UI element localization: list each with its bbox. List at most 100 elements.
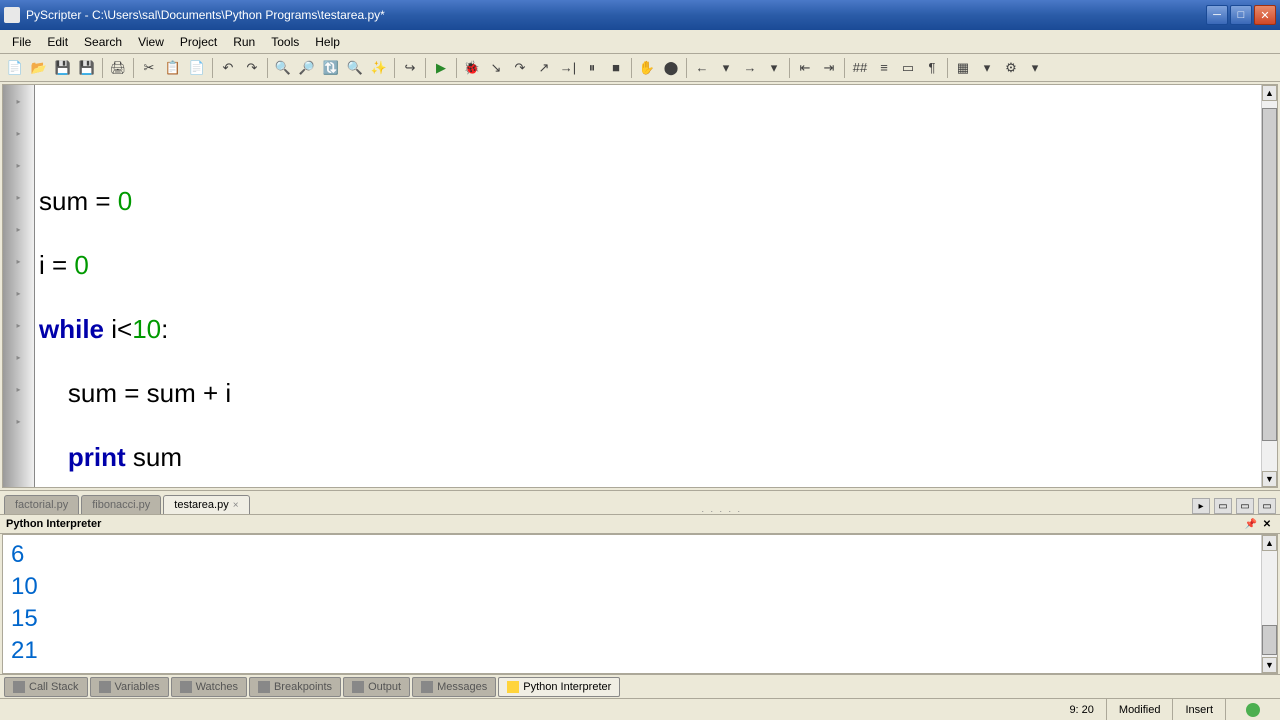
code-line: sum = 0 (39, 185, 1257, 217)
dedent-icon[interactable]: ⇤ (794, 57, 816, 79)
menu-file[interactable]: File (4, 33, 39, 51)
interpreter-scrollbar[interactable]: ▲ ▼ (1261, 535, 1277, 673)
file-tab-testarea[interactable]: testarea.py× (163, 495, 249, 514)
variables-icon (99, 681, 111, 693)
block-icon[interactable]: ▭ (897, 57, 919, 79)
replace-icon[interactable]: 🔃 (320, 57, 342, 79)
pause-icon[interactable]: ⏸ (581, 57, 603, 79)
find-in-files-icon[interactable]: 🔍 (344, 57, 366, 79)
options-icon[interactable]: ⚙ (1000, 57, 1022, 79)
title-bar: PyScripter - C:\Users\sal\Documents\Pyth… (0, 0, 1280, 30)
interpreter-area: 6 10 15 21 ▲ ▼ (2, 534, 1278, 674)
bottom-tab-bar: Call Stack Variables Watches Breakpoints… (0, 674, 1280, 698)
new-file-icon[interactable]: 📄 (4, 57, 26, 79)
nav-forward-icon[interactable]: → (739, 57, 761, 79)
messages-icon (421, 681, 433, 693)
step-into-icon[interactable]: ↘ (485, 57, 507, 79)
save-icon[interactable]: 💾 (52, 57, 74, 79)
panel-pin-icon[interactable]: 📌 (1244, 517, 1258, 531)
code-line: while i<10: (39, 313, 1257, 345)
tab-variables[interactable]: Variables (90, 677, 169, 697)
save-all-icon[interactable]: 💾 (76, 57, 98, 79)
undo-icon[interactable]: ↶ (217, 57, 239, 79)
scroll-up-icon[interactable]: ▲ (1262, 85, 1277, 101)
status-modified: Modified (1107, 699, 1174, 720)
layout-dropdown-icon[interactable]: ▾ (976, 57, 998, 79)
maximize-button[interactable]: □ (1230, 5, 1252, 25)
menu-tools[interactable]: Tools (263, 33, 307, 51)
menu-help[interactable]: Help (307, 33, 348, 51)
tab-python-interpreter[interactable]: Python Interpreter (498, 677, 620, 697)
tab-breakpoints[interactable]: Breakpoints (249, 677, 341, 697)
debug-icon[interactable]: 🐞 (461, 57, 483, 79)
status-bar: 9: 20 Modified Insert (0, 698, 1280, 720)
nav-back-dropdown-icon[interactable]: ▾ (715, 57, 737, 79)
indent-icon[interactable]: ⇥ (818, 57, 840, 79)
code-line: print sum (39, 441, 1257, 473)
output-line: 21 (11, 635, 1253, 667)
window-title: PyScripter - C:\Users\sal\Documents\Pyth… (26, 8, 1206, 22)
paste-icon[interactable]: 📄 (186, 57, 208, 79)
close-tab-icon[interactable]: × (233, 500, 239, 511)
nav-forward-dropdown-icon[interactable]: ▾ (763, 57, 785, 79)
comment-icon[interactable]: ## (849, 57, 871, 79)
breakpoint-icon[interactable]: ⬤ (660, 57, 682, 79)
tab-arrow-icon[interactable]: ▸ (1192, 498, 1210, 514)
layout-icon[interactable]: ▦ (952, 57, 974, 79)
menu-project[interactable]: Project (172, 33, 225, 51)
output-line: 10 (11, 571, 1253, 603)
tab-watches[interactable]: Watches (171, 677, 247, 697)
redo-icon[interactable]: ↷ (241, 57, 263, 79)
copy-icon[interactable]: 📋 (162, 57, 184, 79)
print-icon[interactable]: 🖨 (107, 57, 129, 79)
nav-back-icon[interactable]: ← (691, 57, 713, 79)
gutter: ▸▸▸▸▸▸▸▸▸▸▸ (3, 85, 35, 487)
goto-line-icon[interactable]: ↪ (399, 57, 421, 79)
run-to-cursor-icon[interactable]: →| (557, 57, 579, 79)
step-over-icon[interactable]: ↷ (509, 57, 531, 79)
find-next-icon[interactable]: 🔎 (296, 57, 318, 79)
pilcrow-icon[interactable]: ¶ (921, 57, 943, 79)
callstack-icon (13, 681, 25, 693)
output-line: 15 (11, 603, 1253, 635)
cut-icon[interactable]: ✂ (138, 57, 160, 79)
panel-title: Python Interpreter (6, 518, 101, 530)
file-tab-fibonacci[interactable]: fibonacci.py (81, 495, 161, 514)
status-cursor-position: 9: 20 (1057, 699, 1106, 720)
file-tab-factorial[interactable]: factorial.py (4, 495, 79, 514)
menu-edit[interactable]: Edit (39, 33, 76, 51)
tab-spacer: . . . . . (252, 504, 1192, 514)
open-file-icon[interactable]: 📂 (28, 57, 50, 79)
tab-list-icon[interactable]: ▭ (1214, 498, 1232, 514)
list-icon[interactable]: ≡ (873, 57, 895, 79)
watch-icon[interactable]: ✋ (636, 57, 658, 79)
menu-view[interactable]: View (130, 33, 172, 51)
code-line (39, 121, 1257, 153)
menu-run[interactable]: Run (225, 33, 263, 51)
scroll-down-icon[interactable]: ▼ (1262, 657, 1277, 673)
step-out-icon[interactable]: ↗ (533, 57, 555, 79)
stop-icon[interactable]: ■ (605, 57, 627, 79)
close-button[interactable]: ✕ (1254, 5, 1276, 25)
code-line: sum = sum + i (39, 377, 1257, 409)
menu-search[interactable]: Search (76, 33, 130, 51)
scroll-up-icon[interactable]: ▲ (1262, 535, 1277, 551)
menu-bar: File Edit Search View Project Run Tools … (0, 30, 1280, 54)
tab-split-icon[interactable]: ▭ (1236, 498, 1254, 514)
panel-close-icon[interactable]: ✕ (1260, 517, 1274, 531)
vertical-scrollbar[interactable]: ▲ ▼ (1261, 85, 1277, 487)
minimize-button[interactable]: ─ (1206, 5, 1228, 25)
tab-messages[interactable]: Messages (412, 677, 496, 697)
highlight-icon[interactable]: ✨ (368, 57, 390, 79)
app-icon (4, 7, 20, 23)
tab-maximize-icon[interactable]: ▭ (1258, 498, 1276, 514)
scroll-down-icon[interactable]: ▼ (1262, 471, 1277, 487)
run-icon[interactable]: ▶ (430, 57, 452, 79)
tab-output[interactable]: Output (343, 677, 410, 697)
code-editor[interactable]: sum = 0 i = 0 while i<10: sum = sum + i … (35, 85, 1261, 487)
output-icon (352, 681, 364, 693)
find-icon[interactable]: 🔍 (272, 57, 294, 79)
interpreter-output[interactable]: 6 10 15 21 (3, 535, 1261, 673)
tab-callstack[interactable]: Call Stack (4, 677, 88, 697)
options-dropdown-icon[interactable]: ▾ (1024, 57, 1046, 79)
